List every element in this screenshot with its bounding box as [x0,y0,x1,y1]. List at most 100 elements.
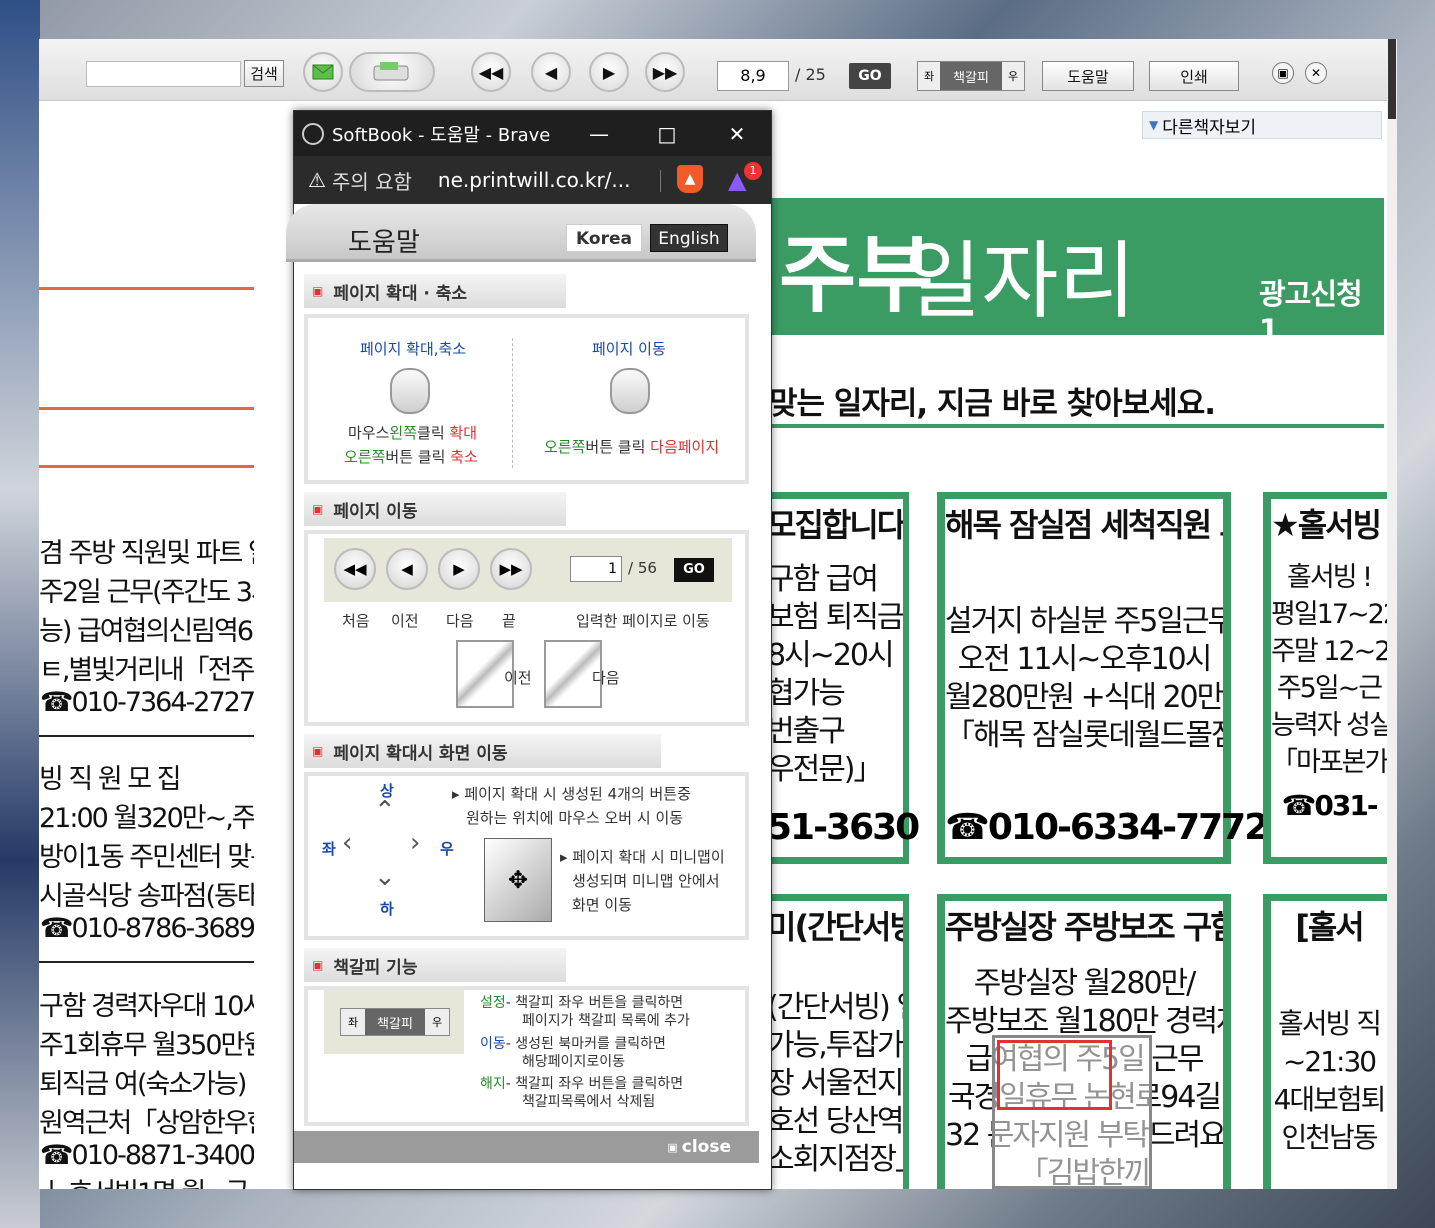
nav-label: 이전 [391,612,419,630]
first-page-button[interactable]: ◀◀ [471,52,511,92]
other-books-dropdown[interactable]: ▼ 다른책자보기 [1142,111,1382,139]
ad-body: 홀서빙 ! 평일17~22 주말 12~22 주5일~근 능력자 성실 「마포본… [1271,559,1387,781]
help-popup-window: SoftBook - 도움말 - Brave — □ ✕ ⚠ 주의 요함 ne.… [286,110,772,1190]
bookmark-desc: 설정- 책갈피 좌우 버튼을 클릭하면 [480,995,684,1011]
ad-line: 구함 경력자우대 10시 [39,991,254,1022]
ad-line: 주말 12~22 [1271,636,1387,667]
nav-label: 끝 [502,612,516,630]
url-text[interactable]: ne.printwill.co.kr/... [438,168,631,192]
print-button[interactable]: 인쇄 [1149,61,1239,91]
pan-desc: ▸ 페이지 확대 시 생성된 4개의 버튼중 [452,785,691,803]
print-preview-icon[interactable] [349,52,435,92]
ad-phone: ☎031- [1281,789,1379,822]
ad-head: ★홀서빙 ! [1271,506,1387,544]
flip-label: 이전 [504,669,532,687]
bookmark-control: 좌 책갈피 우 [917,61,1025,91]
ad-line: 구함 급여 [767,562,879,597]
ad-phone: 51-3630 [767,807,920,848]
page-number-input[interactable]: 8,9 [717,61,789,91]
email-icon[interactable] [303,52,343,92]
job-ad-6: [홀서 홀서빙 직 ~21:30 4대보험퇴 인천남동 [1271,901,1387,1189]
bookmark-right-button[interactable]: 우 [1002,68,1024,84]
bullet-icon: ▣ [312,502,324,516]
bullet-icon: ▣ [312,744,324,758]
ad-line: 홀서빙 ! [1287,562,1373,593]
ad-line: 장 서울전지역 [767,1066,903,1101]
globe-icon [302,122,324,145]
move-desc: 오른쪽버튼 클릭 다음페이지 [544,438,720,456]
ad-line: 가능,투잡가능 [767,1028,903,1063]
direction-left: 좌 [322,840,336,858]
ad-line: 시골식당 송파점(동태탕 [39,881,254,912]
security-warning[interactable]: 주의 요함 [332,166,412,195]
other-books-label: 다른책자보기 [1162,117,1257,138]
divider [769,424,1384,428]
minimap-desc: 생성되며 미니맵 안에서 [572,872,720,890]
scrollbar-thumb[interactable] [1388,39,1396,119]
last-page-button[interactable]: ▶▶ [645,52,685,92]
ad-line: 오전 11시~오후10시 [957,642,1213,677]
prev-page-icon: ◀ [386,548,428,590]
zoom-desc: 마우스왼쪽클릭 확대 [348,424,478,442]
bookmark-desc: 해당페이지로이동 [522,1054,626,1070]
page-total: / 25 [795,65,826,84]
bookmark-left-button[interactable]: 좌 [918,68,940,84]
ad-line: 「해목 잠실롯데월드몰점」 [945,718,1223,753]
ad-line: 평일17~22 [1271,599,1387,630]
close-window-icon[interactable]: ✕ [722,119,752,149]
divider [39,961,254,963]
ad-line: 번출구 [767,714,846,749]
search-button[interactable]: 검색 [244,60,284,87]
divider [39,407,254,410]
ad-line: 퇴직금 여(숙소가능) 망 [39,1069,254,1100]
help-button[interactable]: 도움말 [1042,61,1134,91]
zoom-desc: 오른쪽버튼 클릭 축소 [344,448,478,466]
close-icon[interactable]: ✕ [1305,62,1327,84]
bookmark-desc: 해지- 책갈피 좌우 버튼을 클릭하면 [480,1076,684,1092]
divider [39,287,254,290]
help-title: 도움말 [348,228,420,258]
popup-titlebar: SoftBook - 도움말 - Brave — □ ✕ [294,111,771,156]
maximize-icon[interactable]: □ [652,119,682,149]
lang-english-button[interactable]: English [650,224,728,252]
arrow-down-icon: ⌄ [374,862,396,892]
search-input[interactable] [86,61,241,87]
last-page-icon: ▶▶ [490,548,532,590]
ad-line: 4대보험퇴 [1273,1083,1387,1116]
bullet-icon: ▣ [312,284,324,298]
chevron-down-icon: ▼ [1149,118,1159,132]
ad-phone: ☎010-8871-3400 [39,1140,254,1171]
ad-line: 협가능 [767,676,846,711]
ad-head: 모집합니다~ [767,506,903,544]
address-bar[interactable]: ⚠ 주의 요함 ne.printwill.co.kr/... ▲ ▲ 1 [294,156,771,204]
move-label: 페이지 이동 [592,340,666,358]
go-button[interactable]: GO [849,63,891,89]
first-page-icon: ◀◀ [334,548,376,590]
minimize-icon[interactable]: — [584,119,614,149]
ad-line: 보험 퇴직금 [767,600,903,635]
help-content: 도움말 Korea English ▣ 페이지 확대 · 축소 페이지 확대,축소… [286,204,771,1189]
mouse-icon [610,368,650,414]
minimap-viewport[interactable] [997,1040,1112,1110]
minimap-desc: ▸ 페이지 확대 시 미니맵이 [560,848,725,866]
minimap[interactable] [992,1035,1152,1189]
restore-icon[interactable]: ▣ [1272,62,1294,84]
jobs-banner: 주부 일자리 광고신청 1 맞는 일자리, 지금 바로 찾아보세요. [769,198,1384,428]
prev-page-button[interactable]: ◀ [531,52,571,92]
section-title: ▣ 책갈피 기능 [304,948,566,982]
vertical-scrollbar[interactable] [1387,39,1397,1189]
lang-korea-button[interactable]: Korea [566,224,642,252]
nav-label: 다음 [446,612,474,630]
ad-phone: ☎010-8786-3689 [39,913,254,944]
ad-head: 해목 잠실점 세척직원 모집 [945,506,1223,544]
move-icon: ✥ [484,838,552,922]
newspaper-left-column: 겸 주방 직원및 파트 알 주2일 근무(주간도 3시 능) 급여협의신림역6번… [39,139,254,1189]
brave-shield-icon[interactable]: ▲ [677,165,703,193]
bookmark-demo: 좌 책갈피 우 [340,1008,450,1036]
ad-line: 방이1동 주민센터 맞은 [39,842,254,873]
divider [660,170,661,192]
next-page-button[interactable]: ▶ [589,52,629,92]
mouse-icon [390,368,430,414]
arrow-up-icon: ⌃ [374,796,396,826]
close-button[interactable]: ▣ close [294,1131,759,1163]
